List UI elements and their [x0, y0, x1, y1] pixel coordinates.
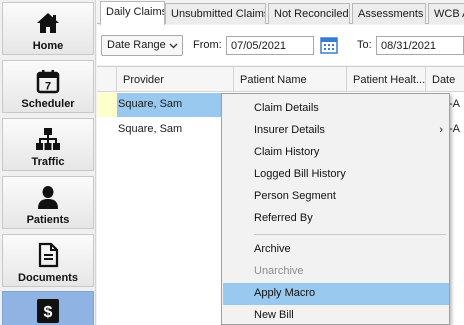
menu-item-apply-macro[interactable]: Apply Macro: [223, 283, 449, 305]
nav-home-button[interactable]: Home: [2, 2, 94, 55]
menu-item-label: Insurer Details: [254, 124, 325, 136]
menu-item-logged-bill-history[interactable]: Logged Bill History: [223, 164, 449, 186]
date-filter-bar: Date Range From: 07/05/2021 To: 08/31/20…: [97, 25, 464, 65]
provider-cell: Square, Sam: [118, 123, 183, 135]
tab-unsubmitted-claims[interactable]: Unsubmitted Claims: [165, 3, 266, 24]
nav-documents-label: Documents: [18, 272, 78, 284]
tab-assessments[interactable]: Assessments: [352, 3, 426, 24]
provider-cell: Square, Sam: [117, 93, 224, 117]
tab-not-reconciled[interactable]: Not Reconciled: [268, 3, 350, 24]
menu-item-archive[interactable]: Archive: [223, 239, 449, 261]
nav-patients-label: Patients: [26, 214, 70, 226]
menu-item-unarchive: Unarchive: [254, 265, 304, 277]
person-icon: [38, 186, 58, 209]
org-chart-icon: [36, 128, 60, 150]
from-date-input[interactable]: 07/05/2021: [226, 36, 314, 55]
column-header-patient-health[interactable]: Patient Healt...: [347, 67, 426, 92]
nav-traffic-label: Traffic: [31, 156, 65, 168]
menu-item-new-bill[interactable]: New Bill: [223, 305, 449, 325]
calendar-picker-icon[interactable]: [320, 36, 338, 54]
document-icon: [38, 242, 59, 268]
context-menu: Claim Details Insurer Details › Claim Hi…: [221, 93, 450, 325]
home-icon: [37, 13, 59, 33]
left-nav: Home 7 Scheduler Traffic Patients Docume…: [0, 0, 96, 325]
to-label: To:: [357, 39, 372, 51]
nav-scheduler-label: Scheduler: [21, 98, 75, 110]
menu-item-person-segment[interactable]: Person Segment: [223, 186, 449, 208]
calendar-icon: 7: [36, 70, 60, 94]
chevron-down-icon: [169, 43, 178, 49]
menu-item-insurer-details[interactable]: Insurer Details ›: [223, 120, 449, 142]
nav-home-label: Home: [32, 40, 64, 52]
column-header-date[interactable]: Date: [426, 67, 464, 92]
menu-item-claim-history[interactable]: Claim History: [223, 142, 449, 164]
date-range-value: Date Range: [107, 39, 166, 51]
submenu-arrow-icon: ›: [439, 124, 443, 136]
date-range-select[interactable]: Date Range: [101, 35, 183, 56]
tab-daily-claims[interactable]: Daily Claims: [100, 1, 165, 25]
tab-wcb[interactable]: WCB A: [428, 3, 464, 24]
claims-tab-bar: Daily Claims Unsubmitted Claims Not Reco…: [97, 0, 464, 25]
nav-patients-button[interactable]: Patients: [2, 176, 94, 229]
dollar-icon: $: [37, 299, 59, 323]
nav-traffic-button[interactable]: Traffic: [2, 118, 94, 171]
menu-separator: [254, 234, 446, 235]
menu-item-claim-details[interactable]: Claim Details: [223, 98, 449, 120]
dollar-symbol: $: [44, 304, 53, 321]
column-header-patient-name[interactable]: Patient Name: [234, 67, 347, 92]
row-indicator-header: [97, 67, 117, 92]
column-header-provider[interactable]: Provider: [117, 67, 234, 92]
to-date-input[interactable]: 08/31/2021: [376, 36, 464, 55]
nav-documents-button[interactable]: Documents: [2, 234, 94, 287]
nav-billing-button[interactable]: $: [2, 291, 94, 325]
from-label: From:: [193, 39, 222, 51]
calendar-day: 7: [45, 81, 51, 93]
row-indicator: [97, 93, 117, 117]
row-indicator: [97, 118, 117, 142]
billing-window: Home 7 Scheduler Traffic Patients Docume…: [0, 0, 464, 325]
nav-scheduler-button[interactable]: 7 Scheduler: [2, 60, 94, 113]
menu-item-referred-by[interactable]: Referred By: [223, 208, 449, 230]
